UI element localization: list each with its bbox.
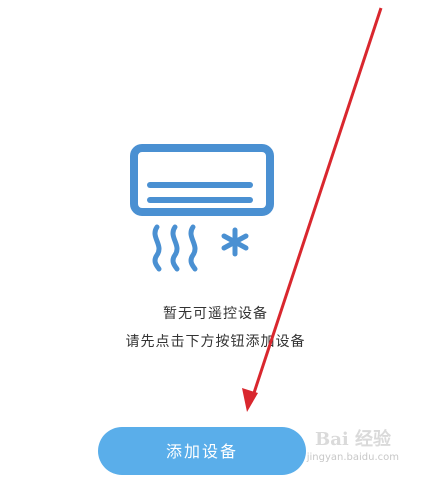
baidu-watermark: Bai 经验 jingyan.baidu.com xyxy=(306,429,417,475)
baidu-watermark-logo: Bai 经验 xyxy=(315,429,391,450)
empty-state-hint: 请先点击下方按钮添加设备 xyxy=(125,334,306,350)
air-conditioner-icon xyxy=(128,143,278,278)
add-device-button[interactable]: 添加设备 xyxy=(98,427,306,475)
empty-state-title: 暂无可遥控设备 xyxy=(163,306,268,322)
baidu-watermark-url: jingyan.baidu.com xyxy=(306,452,399,463)
